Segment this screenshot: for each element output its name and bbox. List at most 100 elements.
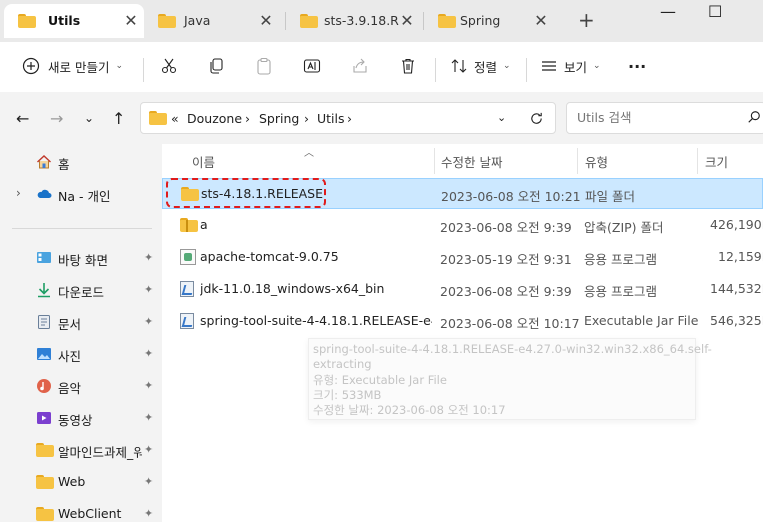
- search-input[interactable]: [577, 110, 737, 125]
- sidebar-label: 동영상: [58, 413, 93, 428]
- recent-chevron-down-icon[interactable]: ⌄: [84, 111, 94, 125]
- file-date: 2023-06-08 오전 10:17: [440, 316, 580, 331]
- breadcrumb-separator[interactable]: ›: [304, 111, 309, 126]
- navigation-bar: ← → ⌄ ↑ « Douzone › Spring › Utils › ⌄: [0, 92, 763, 144]
- pin-icon[interactable]: ✦: [144, 347, 153, 360]
- tab-spring[interactable]: Spring ✕: [424, 4, 560, 38]
- download-icon: [38, 283, 50, 298]
- copy-button[interactable]: [207, 54, 225, 78]
- sort-button[interactable]: 정렬 ⌄: [450, 54, 511, 78]
- file-info-tooltip: spring-tool-suite-4-4.18.1.RELEASE-e4.27…: [308, 338, 712, 420]
- pin-icon[interactable]: ✦: [144, 251, 153, 264]
- tab-utils[interactable]: Utils ✕: [4, 4, 144, 38]
- tab-label: sts-3.9.18.R: [324, 13, 399, 28]
- column-divider[interactable]: [434, 148, 435, 174]
- sidebar-item-folder-web[interactable]: Web ✦: [0, 468, 162, 496]
- pin-icon[interactable]: ✦: [144, 475, 153, 488]
- breadcrumb-utils[interactable]: Utils: [317, 111, 345, 126]
- pin-icon[interactable]: ✦: [144, 411, 153, 424]
- refresh-icon[interactable]: [529, 111, 544, 126]
- file-type: 파일 폴더: [585, 189, 635, 204]
- pin-icon[interactable]: ✦: [144, 283, 153, 296]
- pictures-icon: [37, 348, 51, 360]
- new-button[interactable]: 새로 만들기 ⌄: [22, 54, 123, 78]
- sidebar-item-folder-almind[interactable]: 알마인드과제_워 ✦: [0, 436, 162, 464]
- close-icon[interactable]: ✕: [257, 11, 275, 30]
- share-icon: [353, 58, 367, 73]
- cloud-icon: [37, 189, 52, 198]
- view-button[interactable]: 보기 ⌄: [540, 54, 601, 78]
- file-date: 2023-05-19 오전 9:31: [440, 252, 572, 267]
- sidebar-label: 다운로드: [58, 285, 105, 300]
- pin-icon[interactable]: ✦: [144, 379, 153, 392]
- breadcrumb-separator[interactable]: ›: [245, 111, 250, 126]
- file-name: a: [200, 217, 208, 232]
- expand-chevron-icon[interactable]: ›: [16, 186, 21, 200]
- file-size: 12,159K: [718, 249, 763, 264]
- more-icon: ···: [628, 56, 647, 76]
- sidebar-item-videos[interactable]: 동영상 ✦: [0, 404, 162, 432]
- tab-java[interactable]: Java ✕: [144, 4, 284, 38]
- back-arrow-icon[interactable]: ←: [16, 109, 29, 128]
- sidebar-label: WebClient: [58, 506, 122, 521]
- close-icon[interactable]: ✕: [398, 11, 416, 30]
- table-row[interactable]: jdk-11.0.18_windows-x64_bin 2023-06-08 오…: [162, 274, 763, 305]
- rename-button[interactable]: [303, 54, 321, 78]
- sidebar-item-home[interactable]: 홈: [0, 148, 162, 176]
- column-header-type[interactable]: 유형: [585, 152, 608, 171]
- folder-icon: [36, 443, 54, 459]
- address-dropdown-icon[interactable]: ⌄: [497, 111, 506, 124]
- column-header-date[interactable]: 수정한 날짜: [441, 152, 502, 171]
- view-list-icon: [542, 61, 556, 71]
- column-header-name[interactable]: 이름: [192, 152, 215, 171]
- chevron-down-icon: ⌄: [503, 61, 511, 71]
- sort-label: 정렬: [474, 59, 498, 75]
- up-arrow-icon[interactable]: ↑: [112, 109, 125, 128]
- sidebar-item-downloads[interactable]: 다운로드 ✦: [0, 276, 162, 304]
- sidebar-item-pictures[interactable]: 사진 ✦: [0, 340, 162, 368]
- file-type: 압축(ZIP) 폴더: [584, 220, 664, 235]
- table-row[interactable]: apache-tomcat-9.0.75 2023-05-19 오전 9:31 …: [162, 242, 763, 273]
- sidebar-item-folder-webclient[interactable]: WebClient ✦: [0, 500, 162, 522]
- pin-icon[interactable]: ✦: [144, 443, 153, 456]
- minimize-button[interactable]: —: [660, 2, 676, 21]
- delete-button[interactable]: [399, 54, 417, 78]
- sidebar-item-desktop[interactable]: 바탕 화면 ✦: [0, 244, 162, 272]
- forward-arrow-icon[interactable]: →: [50, 109, 63, 128]
- search-box[interactable]: [566, 102, 763, 134]
- video-icon: [37, 412, 51, 424]
- cut-button[interactable]: [160, 54, 178, 78]
- delete-icon: [402, 58, 414, 74]
- column-divider[interactable]: [577, 148, 578, 174]
- tooltip-line: 유형: Executable Jar File: [313, 373, 447, 387]
- table-row[interactable]: spring-tool-suite-4-4.18.1.RELEASE-e4.2.…: [162, 306, 763, 337]
- close-icon[interactable]: ✕: [122, 11, 140, 30]
- sidebar-label: 문서: [58, 317, 82, 332]
- paste-button[interactable]: [255, 54, 273, 78]
- folder-icon: [300, 14, 318, 28]
- more-options-button[interactable]: ···: [628, 54, 646, 78]
- pin-icon[interactable]: ✦: [144, 315, 153, 328]
- maximize-button[interactable]: ☐: [708, 2, 722, 21]
- close-icon[interactable]: ✕: [532, 11, 550, 30]
- breadcrumb-overflow[interactable]: «: [171, 111, 179, 126]
- file-name: apache-tomcat-9.0.75: [200, 249, 339, 264]
- pin-icon[interactable]: ✦: [144, 507, 153, 520]
- search-icon[interactable]: [747, 110, 761, 124]
- sidebar-item-music[interactable]: 음악 ✦: [0, 372, 162, 400]
- sidebar-item-documents[interactable]: 문서 ✦: [0, 308, 162, 336]
- sidebar-divider: [12, 228, 152, 229]
- table-row[interactable]: a 2023-06-08 오전 9:39 압축(ZIP) 폴더 426,190K: [162, 210, 763, 241]
- sidebar-item-onedrive[interactable]: › Na - 개인: [0, 180, 162, 208]
- jar-file-icon: [180, 313, 194, 329]
- toolbar-divider: [435, 58, 436, 82]
- breadcrumb-douzone[interactable]: Douzone: [187, 111, 242, 126]
- new-tab-button[interactable]: +: [578, 8, 595, 32]
- share-button[interactable]: [351, 54, 369, 78]
- address-bar[interactable]: « Douzone › Spring › Utils › ⌄: [140, 102, 556, 134]
- breadcrumb-separator[interactable]: ›: [347, 111, 352, 126]
- column-divider[interactable]: [697, 148, 698, 174]
- breadcrumb-spring[interactable]: Spring: [259, 111, 299, 126]
- column-header-size[interactable]: 크기: [705, 152, 728, 171]
- tab-sts[interactable]: sts-3.9.18.R ✕: [286, 4, 422, 38]
